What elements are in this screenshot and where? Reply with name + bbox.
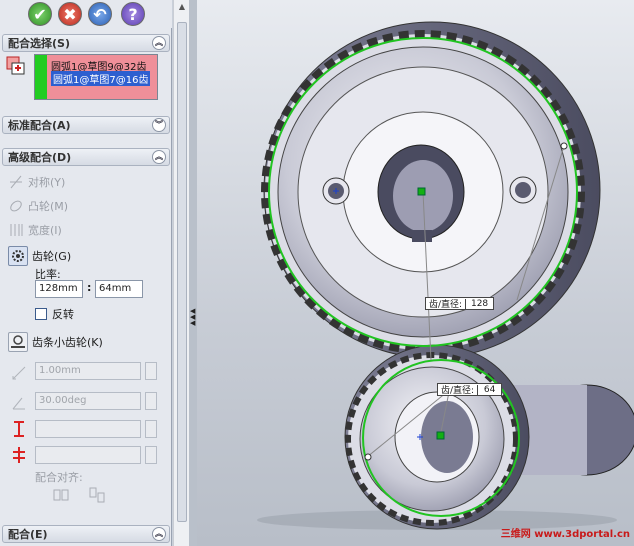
cam-icon (10, 200, 22, 212)
cancel-button[interactable]: ✖ (58, 2, 82, 26)
cam-option[interactable]: 凸轮(M) (8, 198, 68, 214)
rack-pinion-option[interactable]: 齿条小齿轮(K) (8, 332, 103, 352)
reverse-checkbox-row[interactable]: 反转 (35, 306, 74, 322)
close-icon: ✖ (63, 4, 77, 24)
advanced-mates-header[interactable]: 高级配合(D) ︽ (2, 148, 170, 166)
distance-icon (10, 364, 28, 382)
expand-icon[interactable]: ︾ (152, 118, 166, 132)
help-button[interactable]: ? (121, 2, 145, 26)
property-toolbar: ✔ ✖ ↶ ? (0, 0, 172, 28)
mate-selection-list[interactable]: 圆弧1@草图9@32齿 圆弧1@草图7@16齿 (34, 54, 158, 100)
collapse-icon[interactable]: ︽ (152, 150, 166, 164)
checkmark-icon: ✔ (33, 4, 47, 24)
panel-scrollbar[interactable]: ▲ (173, 0, 189, 546)
distance-spinner[interactable] (145, 362, 157, 380)
gear-icon (8, 246, 28, 266)
undo-icon: ↶ (93, 4, 107, 24)
min-distance-input[interactable] (35, 446, 141, 464)
reverse-checkbox[interactable] (35, 308, 47, 320)
angle-icon (10, 394, 28, 412)
min-distance-icon (10, 446, 28, 464)
max-distance-input[interactable] (35, 420, 141, 438)
distance-input[interactable]: 1.00mm (35, 362, 141, 380)
symmetric-icon (10, 175, 22, 189)
mate-selections-header[interactable]: 配合选择(S) ︽ (2, 34, 170, 52)
collapse-icon[interactable]: ︽ (152, 527, 166, 541)
rack-pinion-icon (8, 332, 28, 352)
max-distance-spinner[interactable] (145, 420, 157, 438)
min-distance-spinner[interactable] (145, 446, 157, 464)
property-manager-panel: ✔ ✖ ↶ ? 配合选择(S) ︽ 圆弧1@草图9@32齿 圆弧1@草图7@16… (0, 0, 172, 546)
ok-button[interactable]: ✔ (28, 2, 52, 26)
angle-spinner[interactable] (145, 392, 157, 410)
ratio-input-a[interactable]: 128mm (35, 280, 83, 298)
help-icon: ? (128, 4, 138, 24)
splitter-grip-icon: ◀ ◀ ◀ (190, 307, 196, 327)
angle-input[interactable]: 30.00deg (35, 392, 141, 410)
gear-option[interactable]: 齿轮(G) (8, 246, 71, 266)
undo-button[interactable]: ↶ (88, 2, 112, 26)
mate-selection-icon (6, 56, 26, 76)
mates-header[interactable]: 配合(E) ︽ (2, 525, 170, 543)
dimension-label-small[interactable]: 齿/直径: 64 (437, 383, 503, 396)
ratio-input-b[interactable]: 64mm (95, 280, 143, 298)
width-option[interactable]: 宽度(I) (8, 222, 62, 238)
ratio-separator: : (87, 281, 92, 294)
panel-splitter[interactable]: ◀ ◀ ◀ (189, 0, 197, 546)
gear-assembly-model (257, 21, 634, 530)
watermark: 三维网 www.3dportal.cn (500, 529, 630, 540)
width-icon (10, 224, 23, 236)
scroll-up-arrow[interactable]: ▲ (176, 2, 188, 14)
mate-alignment-label: 配合对齐: (35, 471, 83, 484)
max-distance-icon (10, 420, 28, 438)
aligned-button[interactable] (52, 487, 70, 503)
graphics-viewport[interactable]: 齿/直径: 128 齿/直径: 64 三维网 www.3dportal.cn (197, 0, 634, 546)
anti-aligned-icon (89, 487, 105, 503)
small-gear (344, 344, 634, 530)
symmetric-option[interactable]: 对称(Y) (8, 174, 65, 190)
list-item[interactable]: 圆弧1@草图7@16齿 (51, 71, 151, 86)
standard-mates-header[interactable]: 标准配合(A) ︾ (2, 116, 170, 134)
collapse-icon[interactable]: ︽ (152, 36, 166, 50)
dimension-label-large[interactable]: 齿/直径: 128 (425, 297, 495, 310)
aligned-icon (53, 489, 69, 501)
anti-aligned-button[interactable] (88, 487, 106, 503)
scroll-thumb[interactable] (177, 22, 187, 522)
